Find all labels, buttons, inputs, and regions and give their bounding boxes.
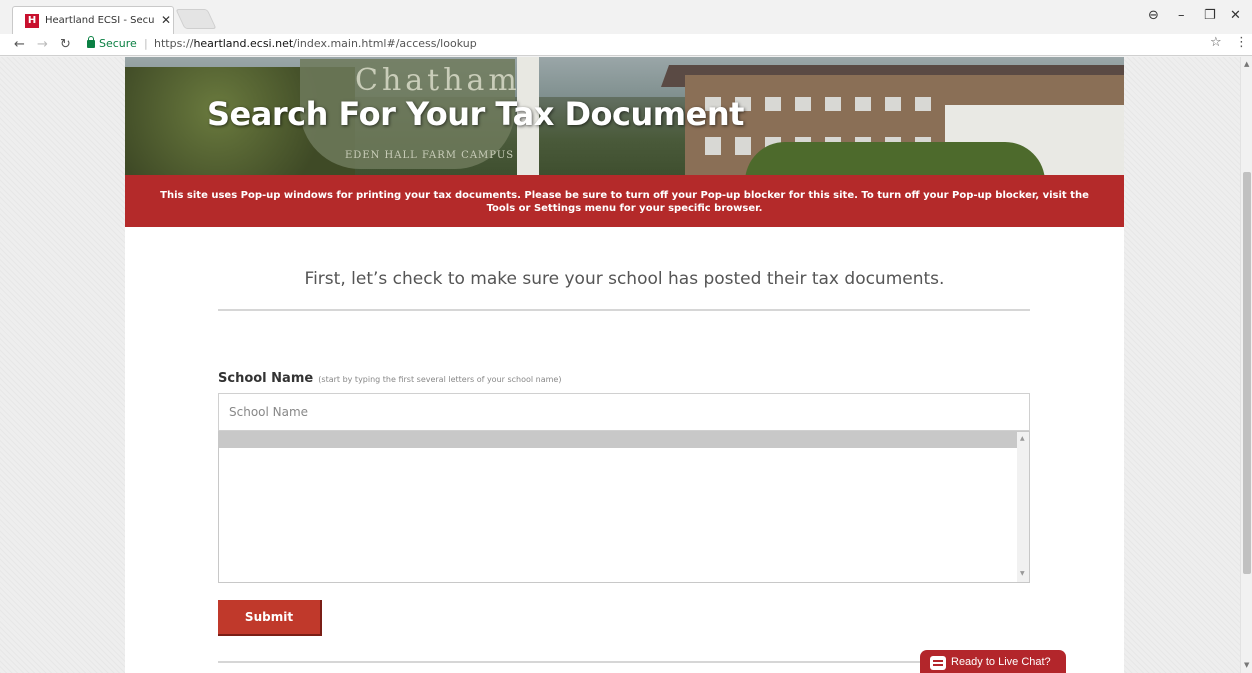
- popup-notice-banner: This site uses Pop-up windows for printi…: [125, 175, 1124, 227]
- results-scrollbar[interactable]: ▲ ▼: [1017, 432, 1029, 582]
- browser-tab-bar: H Heartland ECSI - Secure I ✕ ⊖ – ❐ ✕: [0, 0, 1252, 34]
- hero-sign-text: Chatham: [355, 63, 521, 98]
- school-name-hint: (start by typing the first several lette…: [318, 375, 562, 384]
- secure-label: Secure: [99, 37, 137, 50]
- page-title: Search For Your Tax Document: [207, 95, 744, 133]
- address-bar[interactable]: Secure | https://heartland.ecsi.net/inde…: [84, 36, 1204, 54]
- results-highlighted-row[interactable]: [219, 432, 1017, 448]
- bookmark-star-icon[interactable]: ☆: [1210, 35, 1222, 50]
- page-scrollbar[interactable]: ▲ ▼: [1240, 57, 1252, 673]
- restore-icon[interactable]: ❐: [1204, 8, 1216, 23]
- browser-toolbar: ← → ↻ Secure | https://heartland.ecsi.ne…: [0, 34, 1252, 56]
- browser-tab[interactable]: H Heartland ECSI - Secure I ✕: [12, 6, 174, 34]
- school-name-label-text: School Name: [218, 371, 314, 386]
- browser-menu-icon[interactable]: ⋮: [1235, 35, 1248, 50]
- account-icon[interactable]: ⊖: [1148, 8, 1159, 23]
- live-chat-button[interactable]: Ready to Live Chat?: [920, 650, 1066, 673]
- tab-close-icon[interactable]: ✕: [161, 13, 171, 27]
- school-results-list[interactable]: ▲ ▼: [218, 431, 1030, 583]
- tab-title: Heartland ECSI - Secure I: [45, 15, 155, 26]
- lock-icon: [87, 36, 95, 48]
- page-container: Chatham EDEN HALL FARM CAMPUS Search For…: [125, 57, 1124, 673]
- reload-icon[interactable]: ↻: [60, 37, 71, 52]
- url-separator: |: [144, 37, 148, 50]
- heartland-favicon-icon: H: [25, 14, 39, 28]
- close-window-icon[interactable]: ✕: [1230, 8, 1241, 23]
- forward-arrow-icon[interactable]: →: [37, 37, 48, 52]
- scroll-up-icon[interactable]: ▲: [1244, 60, 1249, 68]
- divider-top: [218, 309, 1030, 311]
- live-chat-label: Ready to Live Chat?: [951, 656, 1051, 668]
- hero-banner: Chatham EDEN HALL FARM CAMPUS Search For…: [125, 57, 1124, 175]
- results-scroll-down-icon[interactable]: ▼: [1020, 570, 1025, 577]
- scroll-thumb[interactable]: [1243, 172, 1251, 574]
- back-arrow-icon[interactable]: ←: [14, 37, 25, 52]
- chat-bubble-icon: [930, 656, 946, 670]
- school-name-input[interactable]: [218, 393, 1030, 431]
- submit-button[interactable]: Submit: [218, 600, 322, 636]
- hero-bushes: [745, 142, 1045, 175]
- results-scroll-up-icon[interactable]: ▲: [1020, 435, 1025, 442]
- url-text[interactable]: https://heartland.ecsi.net/index.main.ht…: [154, 37, 477, 50]
- hero-sign-subtext: EDEN HALL FARM CAMPUS: [345, 150, 515, 161]
- school-name-label: School Name (start by typing the first s…: [218, 367, 561, 386]
- new-tab-button[interactable]: [175, 9, 217, 29]
- scroll-down-icon[interactable]: ▼: [1244, 661, 1249, 669]
- page-viewport: Chatham EDEN HALL FARM CAMPUS Search For…: [0, 57, 1240, 673]
- intro-text: First, let’s check to make sure your sch…: [304, 269, 945, 289]
- divider-bottom: [218, 661, 1030, 663]
- minimize-icon[interactable]: –: [1178, 8, 1185, 23]
